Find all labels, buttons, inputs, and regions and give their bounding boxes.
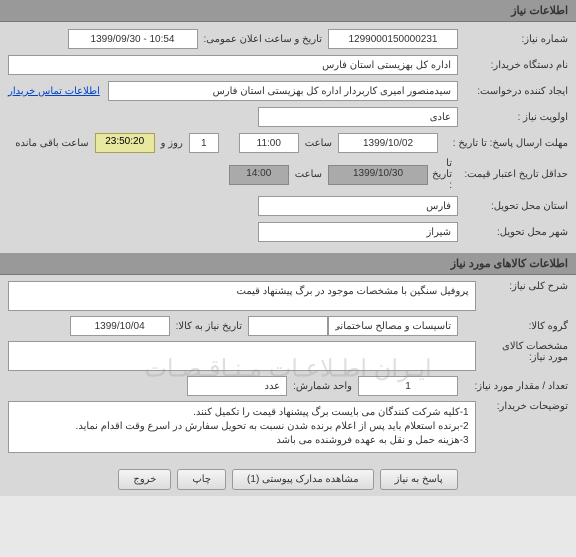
requester-field[interactable] [108,81,458,101]
deadline-date-field[interactable] [338,133,438,153]
announce-field[interactable] [68,29,198,49]
province-field[interactable] [258,196,458,216]
validity-time-field: 14:00 [229,165,289,185]
label-validity-until: تا تاریخ : [428,158,458,191]
label-priority: اولویت نیاز : [458,112,568,123]
print-button[interactable]: چاپ [177,469,226,490]
label-city: شهر محل تحویل: [458,227,568,238]
remaining-time: 23:50:20 [95,133,155,153]
unit-field[interactable] [187,376,287,396]
label-desc: شرح کلی نیاز: [476,281,568,292]
label-time-1: ساعت [299,138,338,149]
attachments-button[interactable]: مشاهده مدارک پیوستی (1) [232,469,374,490]
group-sub-field[interactable] [248,316,328,336]
contact-link[interactable]: اطلاعات تماس خریدار [8,86,100,97]
label-requester: ایجاد کننده درخواست: [458,86,568,97]
days-field[interactable] [189,133,219,153]
label-days: روز و [155,138,189,149]
exit-button[interactable]: خروج [118,469,171,490]
label-buyer-org: نام دستگاه خریدار: [458,60,568,71]
desc-field[interactable]: پروفیل سنگین با مشخصات موجود در برگ پیشن… [8,281,476,311]
section-body-goods-info: ایـران اطـلاعـات مـنـاقـصـات شرح کلی نیا… [0,275,576,463]
label-province: استان محل تحویل: [458,201,568,212]
label-unit: واحد شمارش: [287,381,358,392]
label-deadline: مهلت ارسال پاسخ: تا تاریخ : [438,138,568,149]
section-header-goods-info: اطلاعات کالاهای مورد نیاز [0,253,576,275]
label-announce: تاریخ و ساعت اعلان عمومی: [198,34,329,45]
label-group: گروه کالا: [458,321,568,332]
section-body-need-info: شماره نیاز: تاریخ و ساعت اعلان عمومی: نا… [0,22,576,253]
section-header-need-info: اطلاعات نیاز [0,0,576,22]
deadline-time-field[interactable] [239,133,299,153]
label-notes: توضیحات خریدار: [476,401,568,412]
reply-button[interactable]: پاسخ به نیاز [380,469,458,490]
group-field[interactable] [328,316,458,336]
label-request-no: شماره نیاز: [458,34,568,45]
button-bar: پاسخ به نیاز مشاهده مدارک پیوستی (1) چاپ… [0,463,576,496]
spec-field[interactable] [8,341,476,371]
qty-field[interactable] [358,376,458,396]
need-date-field[interactable] [70,316,170,336]
label-need-date: تاریخ نیاز به کالا: [170,321,248,332]
label-spec: مشخصات کالای مورد نیاز: [476,341,568,363]
label-time-2: ساعت [289,169,328,180]
priority-field[interactable] [258,107,458,127]
notes-field[interactable]: 1-کلیه شرکت کنندگان می بایست برگ پیشنهاد… [8,401,476,453]
label-qty: تعداد / مقدار مورد نیاز: [458,381,568,392]
buyer-org-field[interactable] [8,55,458,75]
city-field[interactable] [258,222,458,242]
validity-date-field: 1399/10/30 [328,165,428,185]
request-no-field[interactable] [328,29,458,49]
label-remaining: ساعت باقی مانده [9,138,94,149]
label-validity: حداقل تاریخ اعتبار قیمت: [458,169,568,180]
